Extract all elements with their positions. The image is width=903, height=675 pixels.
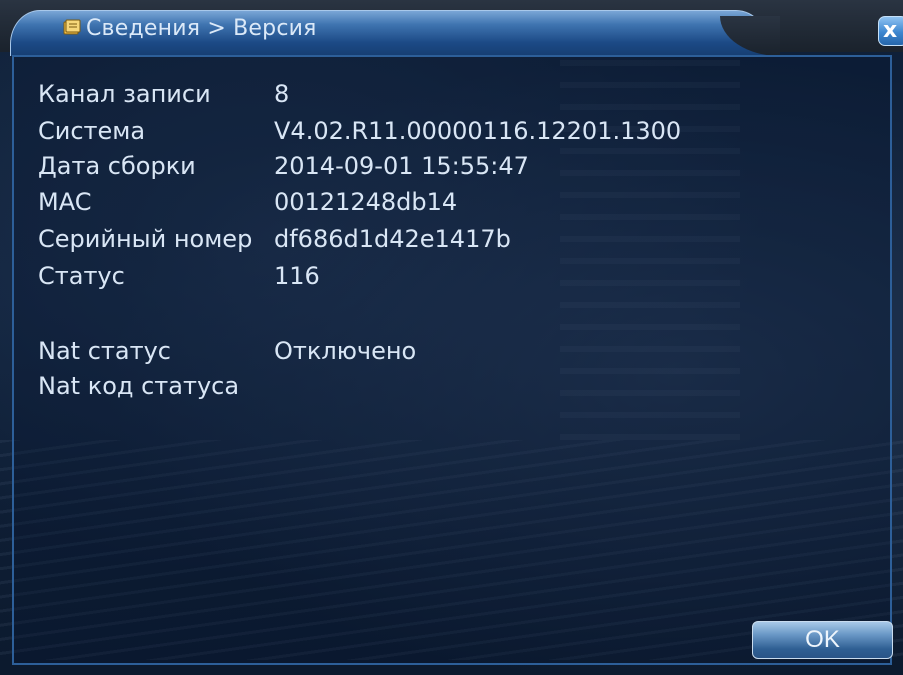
info-value: df686d1d42e1417b	[274, 225, 511, 253]
title-bar: Сведения > Версия x	[0, 0, 903, 56]
close-icon[interactable]: x	[883, 18, 897, 44]
info-value: 00121248db14	[274, 188, 458, 216]
info-label: Дата сборки	[38, 152, 196, 180]
info-value: 2014-09-01 15:55:47	[274, 152, 529, 180]
info-label: Система	[38, 117, 146, 145]
info-label: Канал записи	[38, 80, 211, 108]
info-label: MAC	[38, 188, 92, 216]
info-value: 116	[274, 262, 320, 290]
close-button[interactable]: x	[878, 16, 903, 46]
info-value: V4.02.R11.00000116.12201.1300	[274, 117, 682, 145]
info-value: Отключено	[274, 337, 417, 365]
info-label: Nat код статуса	[38, 372, 240, 400]
info-book-icon	[63, 19, 81, 35]
breadcrumb: Сведения > Версия	[86, 16, 317, 41]
ok-button[interactable]: OK	[752, 621, 893, 659]
info-value: 8	[274, 80, 290, 108]
info-label: Серийный номер	[38, 225, 253, 253]
info-label: Статус	[38, 262, 125, 290]
info-label: Nat статус	[38, 337, 171, 365]
version-info-dialog: Сведения > Версия x Канал записи 8 Систе…	[0, 0, 903, 675]
